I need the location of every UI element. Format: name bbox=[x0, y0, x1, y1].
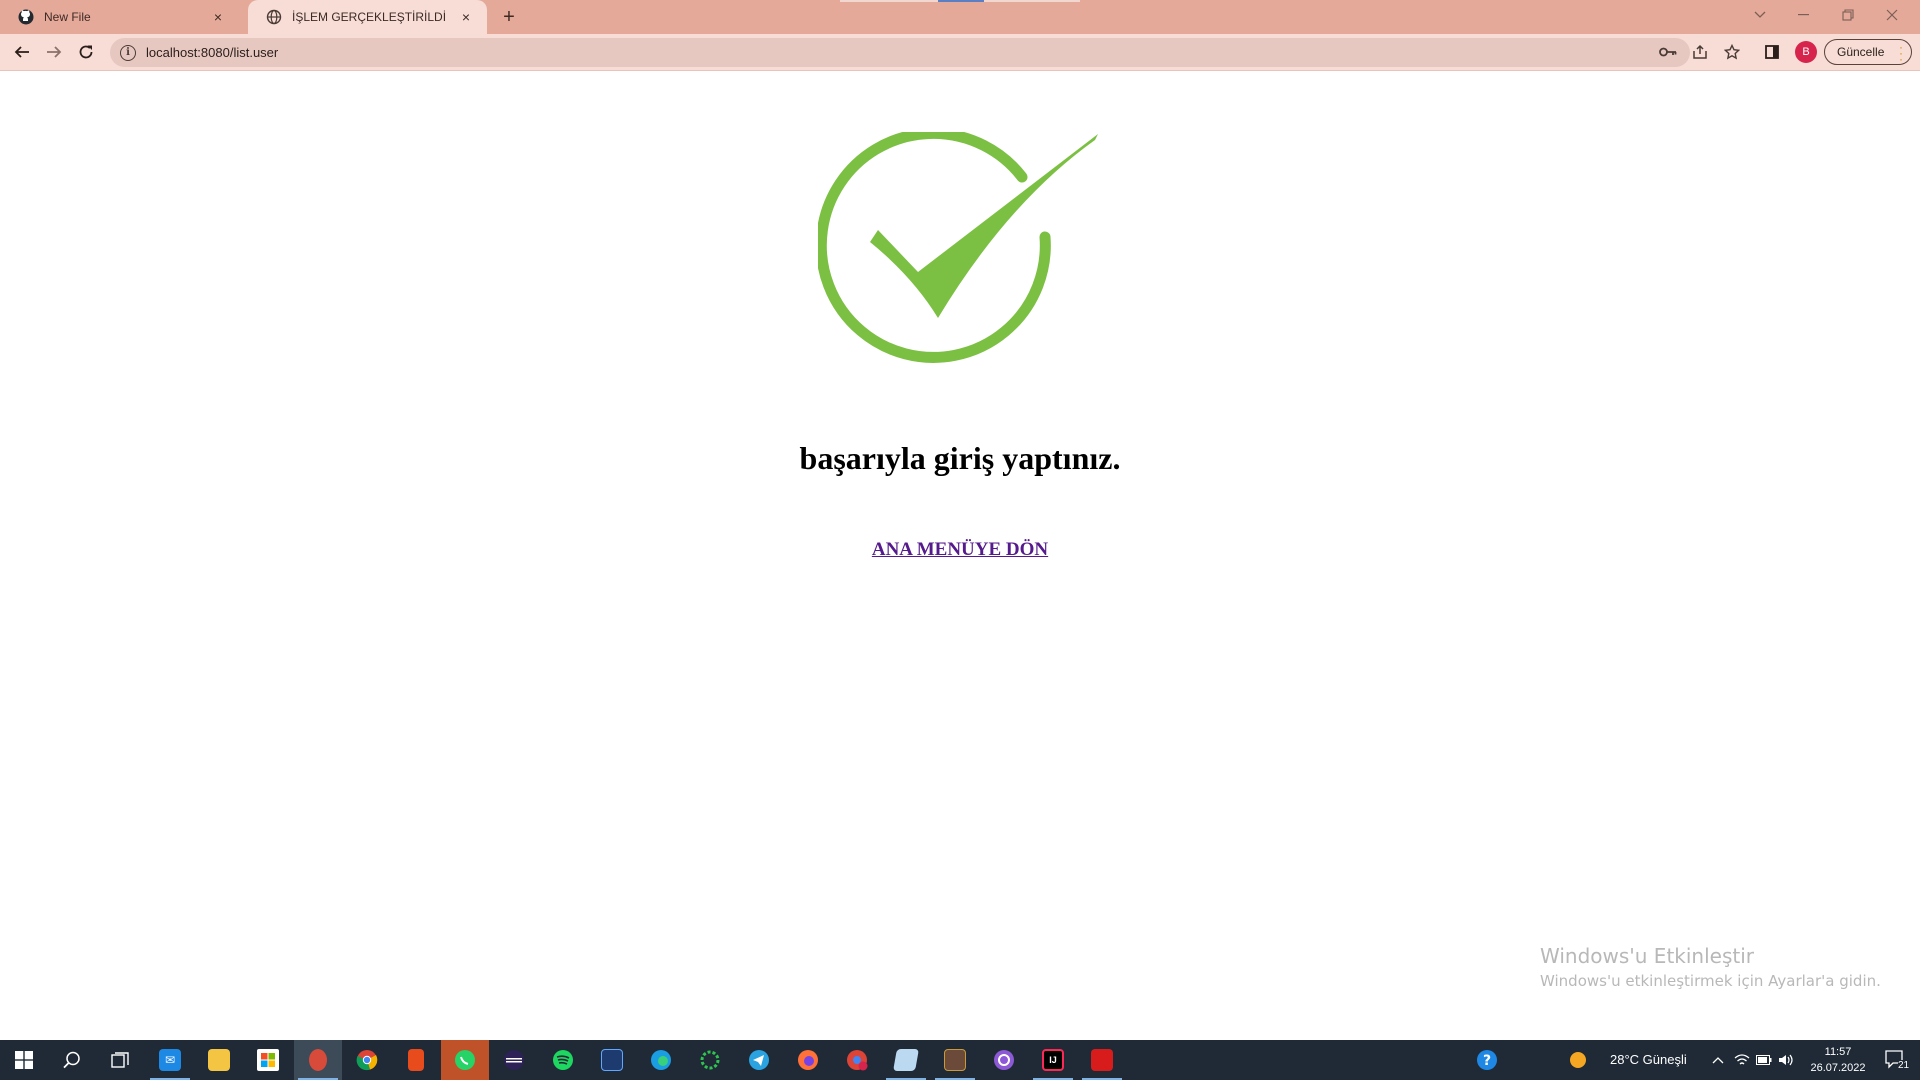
file-explorer-icon[interactable] bbox=[195, 1040, 243, 1080]
whatsapp-icon[interactable] bbox=[441, 1040, 489, 1080]
svg-text:?: ? bbox=[1483, 1053, 1491, 1069]
task-view-icon[interactable] bbox=[96, 1040, 144, 1080]
app-ring-icon[interactable] bbox=[686, 1040, 734, 1080]
game-icon[interactable] bbox=[931, 1040, 979, 1080]
clock-date: 26.07.2022 bbox=[1810, 1062, 1866, 1074]
restore-icon[interactable] bbox=[1826, 0, 1870, 30]
share-icon[interactable] bbox=[1688, 40, 1712, 64]
new-tab-button[interactable]: + bbox=[498, 6, 520, 28]
close-window-icon[interactable] bbox=[1870, 0, 1914, 30]
office-icon[interactable] bbox=[392, 1040, 440, 1080]
reload-icon[interactable] bbox=[72, 38, 100, 66]
weather-text[interactable]: 28°C Güneşli bbox=[1610, 1052, 1687, 1067]
start-icon[interactable] bbox=[0, 1040, 48, 1080]
spotify-icon[interactable] bbox=[539, 1040, 587, 1080]
acrobat-icon[interactable] bbox=[1078, 1040, 1126, 1080]
update-button[interactable]: Güncelle · · · bbox=[1824, 39, 1912, 65]
volume-icon[interactable] bbox=[1774, 1040, 1798, 1080]
github-desktop-icon[interactable] bbox=[980, 1040, 1028, 1080]
browser-toolbar: i localhost:8080/list.user bbox=[0, 34, 1920, 71]
tab-title: İŞLEM GERÇEKLEŞTİRİLDİ bbox=[292, 10, 447, 24]
clock-time: 11:57 bbox=[1824, 1046, 1852, 1058]
success-heading: başarıyla giriş yaptınız. bbox=[799, 440, 1121, 476]
eclipse-icon[interactable] bbox=[490, 1040, 538, 1080]
address-text: localhost:8080/list.user bbox=[146, 45, 279, 60]
site-info-icon[interactable]: i bbox=[120, 44, 136, 61]
tab-indicator bbox=[840, 0, 940, 2]
address-bar[interactable]: i localhost:8080/list.user bbox=[110, 38, 1690, 67]
notification-count: 21 bbox=[1898, 1060, 1910, 1071]
chrome-icon[interactable] bbox=[343, 1040, 391, 1080]
store-icon[interactable] bbox=[244, 1040, 292, 1080]
chevron-up-icon[interactable] bbox=[1706, 1040, 1730, 1080]
tab-search-icon[interactable] bbox=[1738, 0, 1782, 30]
github-icon bbox=[18, 9, 34, 25]
minimize-icon[interactable] bbox=[1782, 0, 1826, 30]
watermark-title: Windows'u Etkinleştir bbox=[1540, 944, 1755, 968]
windows-activation-watermark: Windows'u Etkinleştir Windows'u etkinleş… bbox=[1540, 944, 1881, 990]
close-tab-icon[interactable]: × bbox=[209, 8, 227, 26]
profile-avatar[interactable]: B bbox=[1795, 41, 1817, 63]
globe-icon bbox=[266, 9, 282, 25]
windows-taskbar: ✉ IJ ? 28°C Güneşli 21 bbox=[0, 1040, 1920, 1080]
vscode-icon[interactable] bbox=[588, 1040, 636, 1080]
forward-arrow-icon[interactable] bbox=[40, 38, 68, 66]
notification-center-icon[interactable]: 21 bbox=[1874, 1040, 1918, 1080]
weather-sun-icon[interactable] bbox=[1566, 1040, 1590, 1080]
edge-icon[interactable] bbox=[637, 1040, 685, 1080]
tab-strip: New File × İŞLEM GERÇEKLEŞTİRİLDİ × + bbox=[0, 0, 1920, 34]
bookmark-star-icon[interactable] bbox=[1720, 40, 1744, 64]
notepad-icon[interactable] bbox=[882, 1040, 930, 1080]
help-icon[interactable]: ? bbox=[1463, 1040, 1511, 1080]
app-pinned-icon[interactable] bbox=[294, 1040, 342, 1080]
battery-icon[interactable] bbox=[1752, 1040, 1776, 1080]
wifi-icon[interactable] bbox=[1730, 1040, 1754, 1080]
telegram-icon[interactable] bbox=[735, 1040, 783, 1080]
key-icon[interactable] bbox=[1656, 40, 1680, 64]
system-clock[interactable]: 11:57 26.07.2022 bbox=[1800, 1044, 1876, 1076]
firefox-icon[interactable] bbox=[784, 1040, 832, 1080]
watermark-subtitle: Windows'u etkinleştirmek için Ayarlar'a … bbox=[1540, 972, 1881, 990]
search-icon[interactable] bbox=[48, 1040, 96, 1080]
main-menu-link[interactable]: ANA MENÜYE DÖN bbox=[0, 540, 1920, 559]
back-arrow-icon[interactable] bbox=[8, 38, 36, 66]
page-content: başarıyla giriş yaptınız. ANA MENÜYE DÖN… bbox=[0, 72, 1920, 1040]
tab-title: New File bbox=[44, 10, 91, 24]
intellij-icon[interactable]: IJ bbox=[1029, 1040, 1077, 1080]
side-panel-icon[interactable] bbox=[1760, 40, 1784, 64]
tab-new-file[interactable]: New File × bbox=[0, 0, 239, 34]
close-tab-icon[interactable]: × bbox=[457, 8, 475, 26]
success-check-icon bbox=[818, 132, 1098, 363]
chrome-profile-icon[interactable] bbox=[833, 1040, 881, 1080]
tab-indicator bbox=[984, 0, 1080, 2]
tab-indicator bbox=[938, 0, 984, 2]
menu-dots-icon: · · · bbox=[1899, 40, 1903, 66]
update-label: Güncelle bbox=[1837, 45, 1885, 59]
tab-islem-gerceklestirildi[interactable]: İŞLEM GERÇEKLEŞTİRİLDİ × bbox=[248, 0, 487, 34]
mail-icon[interactable]: ✉ bbox=[146, 1040, 194, 1080]
